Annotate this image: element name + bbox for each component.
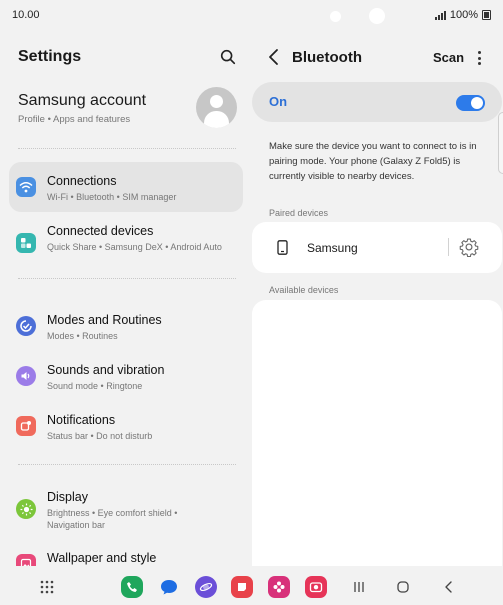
menu-subtitle: Brightness • Eye comfort shield • Naviga… [47,508,178,530]
settings-item-notifications[interactable]: Notifications Status bar • Do not distur… [9,402,243,446]
menu-title: Connections [47,174,117,188]
account-title: Samsung account [18,92,147,109]
back-icon[interactable] [438,576,460,598]
available-devices-list [252,300,502,566]
menu-title: Sounds and vibration [47,363,165,377]
menu-subtitle: Sound mode • Ringtone [47,381,143,391]
separator [448,238,449,256]
settings-item-wallpaper[interactable]: Wallpaper and style [9,540,243,566]
modes-icon [16,316,36,336]
phone-icon [277,240,288,255]
toggle-label: On [269,94,288,109]
gear-icon[interactable] [459,237,479,257]
status-indicators: 100% [434,9,491,21]
settings-item-connections[interactable]: Connections Wi-Fi • Bluetooth • SIM mana… [9,162,243,212]
bluetooth-title: Bluetooth [292,49,362,66]
settings-pane: Settings Samsung account Profile • Apps … [0,30,251,566]
bluetooth-switch[interactable] [456,95,485,111]
wifi-icon [16,177,36,197]
avatar[interactable] [196,87,237,128]
notification-icon [16,416,36,436]
wallpaper-icon [16,554,36,566]
camera-hole-icon [369,8,385,24]
edge-panel-handle[interactable] [498,112,503,174]
menu-title: Display [47,490,88,504]
gallery-app-icon[interactable] [268,576,290,598]
back-arrow-icon[interactable] [267,48,281,66]
signal-icon [434,10,446,20]
divider [18,148,236,149]
display-icon [16,499,36,519]
settings-item-sounds[interactable]: Sounds and vibration Sound mode • Ringto… [9,352,243,396]
settings-item-display[interactable]: Display Brightness • Eye comfort shield … [9,479,243,531]
divider [18,278,236,279]
camera-app-icon[interactable] [305,576,327,598]
menu-subtitle: Modes • Routines [47,331,118,341]
status-bar: 10.00 100% [0,0,503,30]
search-icon[interactable] [219,48,237,66]
phone-app-icon[interactable] [121,576,143,598]
more-options-icon[interactable] [475,51,483,65]
bluetooth-pane: Bluetooth Scan On Make sure the device y… [251,30,503,566]
account-subtitle: Profile • Apps and features [18,114,131,125]
available-devices-label: Available devices [269,285,339,295]
menu-title: Wallpaper and style [47,551,157,565]
menu-title: Modes and Routines [47,313,162,327]
camera-dot-icon [330,11,341,22]
menu-subtitle: Status bar • Do not disturb [47,431,153,441]
paired-device-samsung[interactable]: Samsung [252,222,502,273]
menu-title: Notifications [47,413,116,427]
menu-subtitle: Quick Share • Samsung DeX • Android Auto [47,242,222,252]
menu-subtitle: Wi-Fi • Bluetooth • SIM manager [47,192,177,202]
settings-item-modes-routines[interactable]: Modes and Routines Modes • Routines [9,302,243,346]
internet-app-icon[interactable] [195,576,217,598]
connected-devices-icon [16,233,36,253]
notes-app-icon[interactable] [231,576,253,598]
status-time: 10.00 [12,9,40,21]
taskbar [0,566,503,605]
samsung-account[interactable]: Samsung account Profile • Apps and featu… [18,92,146,125]
divider [18,464,236,465]
recent-apps-icon[interactable] [348,576,370,598]
battery-icon [482,10,491,20]
apps-grid-icon[interactable] [36,576,58,598]
camera-cutouts [330,8,385,24]
scan-button[interactable]: Scan [433,50,464,65]
bluetooth-toggle-row[interactable]: On [252,82,502,122]
device-name: Samsung [307,241,358,255]
pairing-info: Make sure the device you want to connect… [269,141,477,182]
page-title: Settings [18,48,82,65]
home-icon[interactable] [392,576,414,598]
menu-title: Connected devices [47,224,154,238]
messages-app-icon[interactable] [158,576,180,598]
paired-devices-label: Paired devices [269,208,329,218]
battery-percent: 100% [449,9,478,21]
settings-item-connected-devices[interactable]: Connected devices Quick Share • Samsung … [9,213,243,265]
speaker-icon [16,366,36,386]
